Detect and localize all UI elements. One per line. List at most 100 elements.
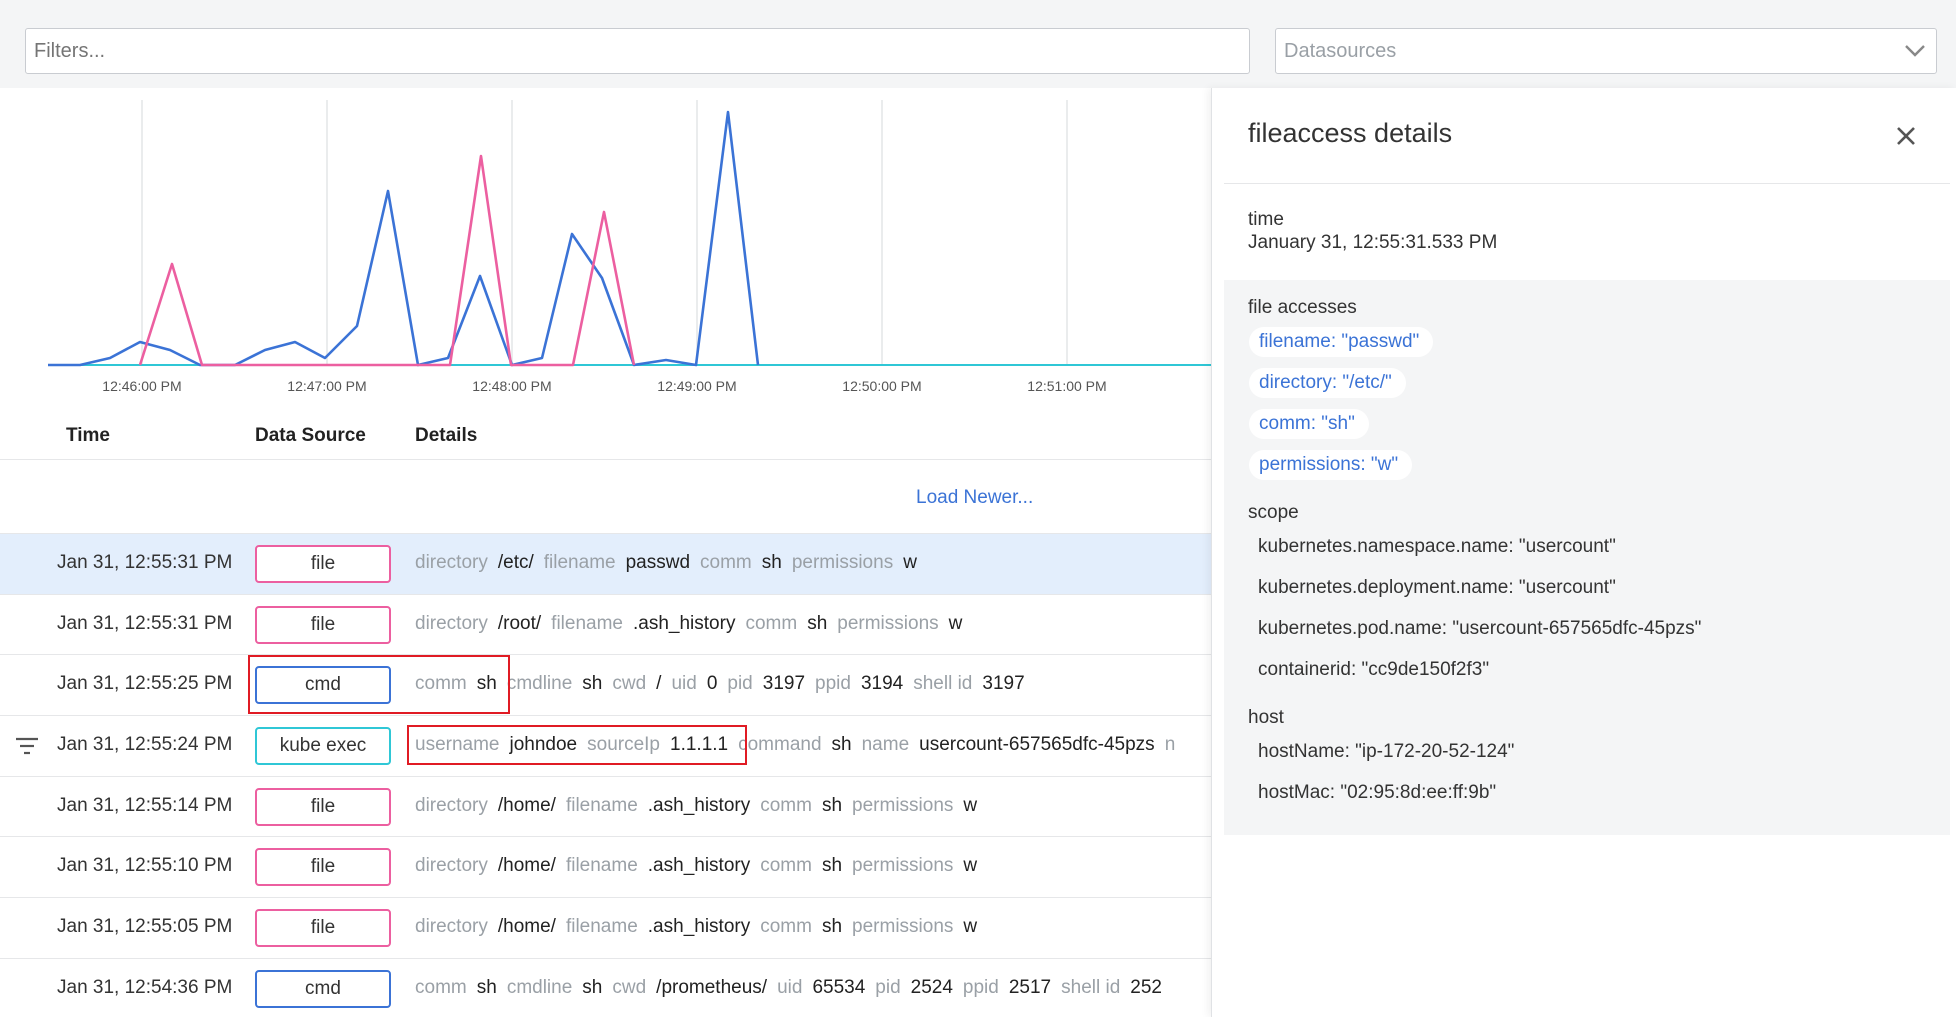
- filters-input[interactable]: [25, 28, 1250, 74]
- row-time: Jan 31, 12:55:25 PM: [57, 673, 233, 695]
- detail-value: 3197: [762, 673, 806, 695]
- row-time: Jan 31, 12:55:05 PM: [57, 916, 233, 938]
- detail-key: ppid: [815, 673, 851, 695]
- detail-value: sh: [582, 673, 603, 695]
- row-details: directory/etc/filename passwd comm sh permis…: [415, 552, 927, 574]
- detail-key: command: [738, 734, 822, 756]
- table-row[interactable]: Jan 31, 12:55:25 PM cmd comm sh cmdline sh cwd…: [0, 655, 1211, 717]
- detail-value: sh: [582, 976, 603, 998]
- detail-value: w: [903, 552, 917, 573]
- host-item: hostMac: "02:95:8d:ee:ff:9b": [1258, 782, 1497, 803]
- timeline-svg: 12:46:00 PM 12:47:00 PM 12:48:00 PM 12:49:0…: [48, 100, 1211, 394]
- detail-value: /prometheus/: [656, 976, 768, 998]
- detail-key: uid: [671, 673, 697, 695]
- source-badge[interactable]: file: [255, 545, 391, 583]
- detail-key: comm: [760, 794, 812, 816]
- detail-value: .ash_history: [633, 612, 736, 634]
- detail-key: username: [415, 734, 500, 756]
- detail-key: ppid: [962, 976, 999, 998]
- source-badge[interactable]: kube exec: [255, 727, 391, 766]
- filter-bar: Datasources: [0, 0, 1956, 88]
- x-tick-label: 12:48:00 PM: [472, 378, 551, 394]
- table-row[interactable]: Jan 31, 12:55:05 PM file directory/home/fi…: [0, 898, 1211, 959]
- detail-value: sh: [761, 552, 782, 573]
- detail-value: sh: [821, 794, 843, 816]
- x-tick-label: 12:46:00 PM: [102, 378, 181, 394]
- column-header-time[interactable]: Time: [66, 425, 110, 447]
- detail-key: filename: [565, 916, 638, 938]
- detail-key: filename: [551, 612, 623, 634]
- detail-key: comm: [760, 916, 812, 938]
- table-row[interactable]: Jan 31, 12:55:31 PM file directory/etc/fil…: [0, 534, 1211, 595]
- detail-key: comm: [700, 552, 752, 573]
- detail-key: uid: [777, 976, 803, 998]
- table-row[interactable]: Jan 31, 12:55:31 PM file directory/root/fi…: [0, 595, 1211, 656]
- detail-value: /: [656, 673, 662, 695]
- x-tick-label: 12:49:00 PM: [657, 378, 736, 394]
- detail-key: permissions: [791, 552, 894, 573]
- x-tick-label: 12:47:00 PM: [287, 378, 366, 394]
- detail-key: permissions: [837, 612, 939, 634]
- detail-value: 2524: [910, 976, 953, 998]
- table-row[interactable]: Jan 31, 12:55:14 PM file directory/home/fi…: [0, 777, 1211, 838]
- detail-value: w: [963, 794, 978, 816]
- table-header: Time Data Source Details: [0, 408, 1211, 460]
- detail-key: cmdline: [506, 976, 573, 998]
- detail-value: .ash_history: [647, 916, 751, 938]
- load-newer-link[interactable]: Load Newer...: [916, 487, 1033, 509]
- close-icon[interactable]: [1892, 122, 1920, 150]
- detail-key: directory: [415, 552, 488, 573]
- table-row[interactable]: Jan 31, 12:55:24 PM kube exec username john…: [0, 716, 1211, 777]
- source-badge[interactable]: file: [255, 605, 391, 644]
- table-row[interactable]: Jan 31, 12:54:36 PM cmd comm sh cmdline sh cwd…: [0, 959, 1211, 1017]
- detail-value: /home/: [497, 916, 556, 938]
- file-access-chip[interactable]: filename: "passwd": [1249, 327, 1434, 357]
- detail-key: directory: [415, 612, 488, 634]
- file-access-chip[interactable]: permissions: "w": [1249, 450, 1413, 480]
- scope-label: scope: [1248, 502, 1299, 523]
- source-badge[interactable]: cmd: [255, 969, 391, 1008]
- scope-item: kubernetes.deployment.name: "usercount": [1258, 577, 1616, 598]
- detail-value: 3197: [982, 673, 1025, 695]
- detail-key: permissions: [852, 916, 954, 938]
- detail-value: 252: [1130, 976, 1162, 998]
- source-badge[interactable]: cmd: [255, 666, 391, 705]
- row-details: username johndoe sourceIp 1.1.1.1 command sh n…: [415, 734, 1185, 756]
- datasources-select[interactable]: Datasources: [1275, 28, 1937, 74]
- scope-item: kubernetes.pod.name: "usercount-657565df…: [1258, 618, 1702, 639]
- row-details: directory/root/filename .ash_history comm s…: [415, 613, 972, 635]
- detail-key: comm: [745, 612, 798, 634]
- row-time: Jan 31, 12:54:36 PM: [57, 976, 233, 998]
- detail-key: filename: [543, 552, 616, 573]
- chevron-down-icon[interactable]: [1902, 38, 1928, 64]
- source-badge[interactable]: file: [255, 909, 391, 948]
- detail-key: shell id: [1061, 976, 1121, 998]
- file-access-chip[interactable]: directory: "/etc/": [1249, 368, 1406, 398]
- row-details: comm sh cmdline sh cwd / uid 0 pid 3197 ppid 3194 sh…: [415, 673, 1035, 695]
- filter-icon[interactable]: [14, 736, 40, 756]
- detail-value: /home/: [497, 794, 556, 816]
- detail-value: w: [963, 916, 978, 938]
- column-header-source[interactable]: Data Source: [255, 425, 366, 447]
- source-badge[interactable]: file: [255, 848, 391, 887]
- detail-value: 65534: [812, 976, 866, 998]
- series-line-cmd: [48, 110, 760, 367]
- detail-value: sh: [476, 673, 497, 695]
- detail-value: .ash_history: [647, 794, 751, 816]
- row-time: Jan 31, 12:55:24 PM: [57, 734, 233, 756]
- event-timeline-chart: 12:46:00 PM 12:47:00 PM 12:48:00 PM 12:49:0…: [0, 88, 1211, 408]
- detail-key: directory: [415, 916, 488, 938]
- detail-value: 2517: [1008, 976, 1052, 998]
- detail-value: w: [948, 612, 963, 634]
- detail-value: 1.1.1.1: [670, 734, 729, 756]
- detail-value: /etc/: [497, 552, 534, 573]
- detail-key: comm: [415, 673, 467, 695]
- table-row[interactable]: Jan 31, 12:55:10 PM file directory/home/fi…: [0, 837, 1211, 899]
- source-badge[interactable]: file: [255, 787, 391, 826]
- detail-value: sh: [821, 855, 843, 877]
- detail-key: directory: [415, 855, 488, 877]
- file-access-chip[interactable]: comm: "sh": [1249, 409, 1369, 439]
- scope-item: kubernetes.namespace.name: "usercount": [1258, 536, 1616, 557]
- detail-value: 3194: [860, 673, 904, 695]
- detail-value: 0: [706, 673, 718, 695]
